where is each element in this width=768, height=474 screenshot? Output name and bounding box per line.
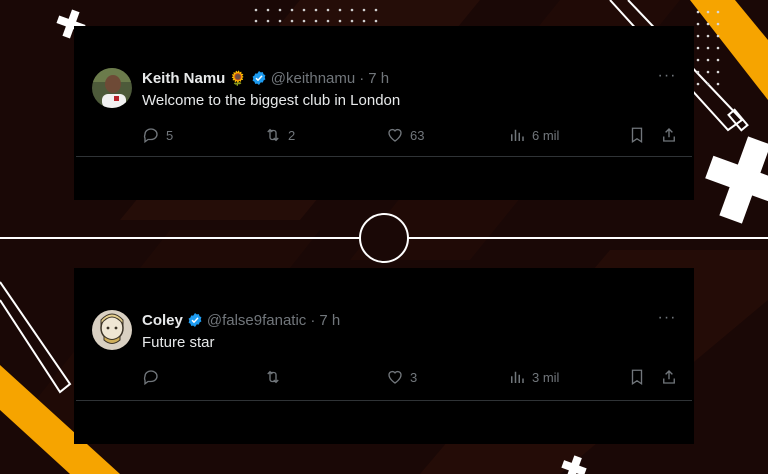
reply-count: 5	[166, 127, 174, 143]
tweet-actions: 3 3 mil	[142, 366, 678, 388]
views-button[interactable]: 3 mil	[508, 366, 559, 388]
retweet-count: 2	[288, 127, 296, 143]
heart-icon	[388, 128, 402, 142]
author-handle[interactable]: @false9fanatic	[207, 312, 306, 329]
tweet-header: Coley @false9fanatic · 7 h	[142, 310, 652, 330]
reply-button[interactable]	[142, 366, 166, 388]
reply-icon	[143, 370, 158, 386]
retweet-button[interactable]	[264, 366, 288, 388]
view-count: 6 mil	[532, 127, 560, 143]
separator-dot: ·	[310, 311, 316, 329]
pitch-center-circle	[359, 213, 409, 263]
tweet-panel-2: Coley @false9fanatic · 7 h ··· Future st…	[74, 268, 694, 444]
verified-badge-icon	[252, 71, 266, 85]
views-button[interactable]: 6 mil	[508, 124, 559, 146]
bookmark-button[interactable]	[628, 124, 652, 146]
tweet-actions: 5 2 63 6 mil	[142, 124, 678, 146]
retweet-button[interactable]: 2	[264, 124, 295, 146]
tweet-2[interactable]: Coley @false9fanatic · 7 h ··· Future st…	[76, 300, 692, 401]
reply-icon	[143, 128, 158, 144]
author-name[interactable]: Coley	[142, 312, 183, 329]
more-icon[interactable]: ···	[656, 310, 678, 328]
tweet-1[interactable]: Keith Namu 🌻 @keithnamu · 7 h ··· Welcom…	[76, 58, 692, 157]
share-button[interactable]	[660, 124, 684, 146]
more-icon[interactable]: ···	[656, 68, 678, 86]
timestamp[interactable]: 7 h	[368, 70, 389, 87]
avatar[interactable]	[92, 68, 132, 108]
views-icon	[511, 371, 524, 383]
bookmark-button[interactable]	[628, 366, 652, 388]
like-button[interactable]: 3	[386, 366, 417, 388]
like-count: 3	[410, 369, 418, 385]
timestamp[interactable]: 7 h	[319, 312, 340, 329]
author-handle[interactable]: @keithnamu	[271, 70, 355, 87]
like-count: 63	[410, 127, 425, 143]
verified-badge-icon	[188, 313, 202, 327]
retweet-icon	[267, 128, 279, 142]
avatar[interactable]	[92, 310, 132, 350]
separator-dot: ·	[359, 69, 365, 87]
views-icon	[511, 129, 524, 141]
reply-button[interactable]: 5	[142, 124, 173, 146]
heart-icon	[388, 370, 402, 384]
author-name[interactable]: Keith Namu	[142, 70, 225, 87]
retweet-icon	[267, 370, 279, 384]
tweet-header: Keith Namu 🌻 @keithnamu · 7 h	[142, 68, 652, 88]
share-icon	[663, 370, 675, 384]
share-button[interactable]	[660, 366, 684, 388]
view-count: 3 mil	[532, 369, 560, 385]
like-button[interactable]: 63	[386, 124, 424, 146]
bookmark-icon	[631, 127, 643, 144]
tweet-panel-1: Keith Namu 🌻 @keithnamu · 7 h ··· Welcom…	[74, 26, 694, 200]
sunflower-emoji: 🌻	[229, 69, 247, 86]
share-icon	[663, 128, 675, 142]
tweet-text: Welcome to the biggest club in London	[142, 92, 401, 109]
bookmark-icon	[631, 369, 643, 386]
tweet-text: Future star	[142, 334, 215, 351]
